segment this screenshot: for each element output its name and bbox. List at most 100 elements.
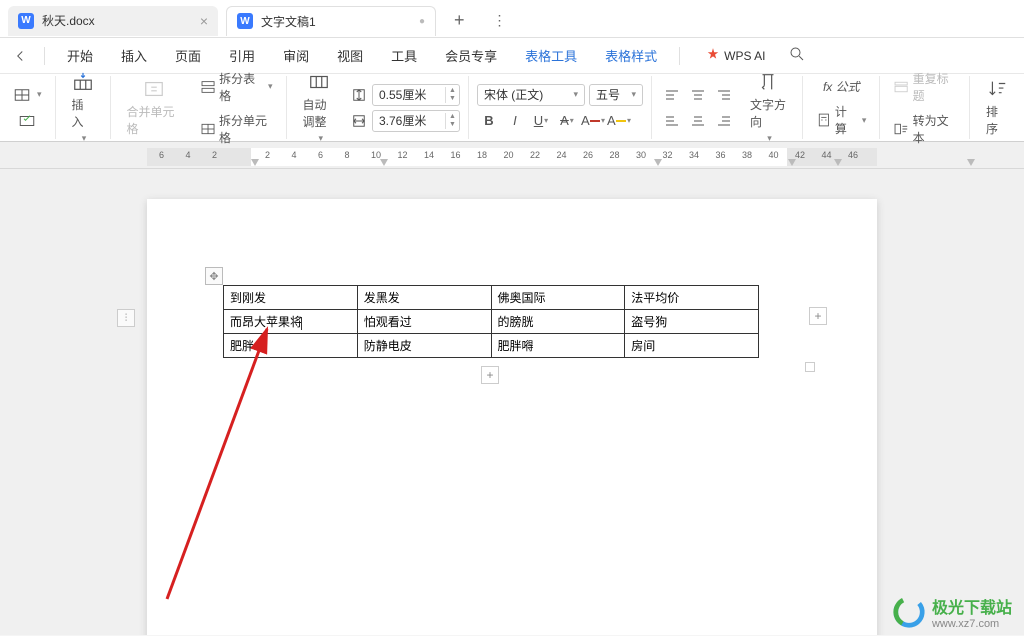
split-cells-label: 拆分单元格 — [219, 112, 273, 146]
table-cell[interactable]: 怕观看过 — [357, 310, 491, 334]
align-bottom-left[interactable] — [660, 110, 684, 132]
ruler-indent-marker[interactable] — [787, 158, 797, 168]
formula-label: fx 公式 — [823, 78, 860, 95]
auto-adjust-label: 自动调整 — [303, 96, 336, 130]
table-move-handle[interactable]: ✥ — [205, 267, 223, 285]
watermark-url: www.xz7.com — [932, 618, 1012, 630]
ruler-tick: 22 — [530, 150, 540, 160]
wps-ai-label: WPS AI — [724, 49, 765, 63]
text-direction-label: 文字方向 — [750, 96, 786, 130]
ruler-indent-marker[interactable] — [833, 158, 843, 168]
italic-button[interactable]: I — [503, 110, 527, 132]
ruler-indent-marker[interactable] — [653, 158, 663, 168]
table-cell[interactable]: 而昂大苹果将 — [224, 310, 358, 334]
add-tab-button[interactable]: + — [444, 10, 475, 31]
ruler-tick: 28 — [610, 150, 620, 160]
word-doc-icon: W — [18, 13, 34, 29]
table-cell[interactable]: 佛奥国际 — [491, 286, 625, 310]
tab-title: 文字文稿1 — [261, 13, 411, 30]
merge-cells-button[interactable]: 合并单元格 — [119, 74, 189, 141]
paragraph-handle[interactable]: ⫶ — [117, 309, 135, 327]
repeat-header-button[interactable]: 重复标题 — [888, 67, 961, 107]
align-top-left[interactable] — [660, 84, 684, 106]
annotation-arrow — [137, 319, 357, 609]
ruler-indent-marker[interactable] — [379, 158, 389, 168]
table-resize-handle[interactable] — [805, 362, 815, 372]
document-page[interactable]: ✥ ⫶ 到刚发发黑发佛奥国际法平均价而昂大苹果将怕观看过的膀胱盗号狗肥胖防静电皮… — [147, 199, 877, 635]
font-family-select[interactable]: 宋体 (正文) — [477, 84, 585, 106]
align-top-right[interactable] — [712, 84, 736, 106]
tab-menu-button[interactable]: ⋮ — [483, 12, 517, 29]
table-cell[interactable]: 的膀胱 — [491, 310, 625, 334]
ruler-tick: 2 — [265, 150, 270, 160]
calc-button[interactable]: 计算 — [811, 100, 871, 140]
to-text-button[interactable]: 转为文本 — [888, 109, 961, 149]
ruler-tick: 6 — [318, 150, 323, 160]
formula-button[interactable]: fx 公式 — [811, 75, 871, 98]
bold-button[interactable]: B — [477, 110, 501, 132]
font-color-button[interactable]: A▾ — [581, 110, 605, 132]
auto-adjust-button[interactable]: 自动调整 — [295, 67, 344, 148]
menu-table-tools[interactable]: 表格工具 — [513, 40, 589, 71]
ruler-indent-marker[interactable] — [966, 158, 976, 168]
underline-button[interactable]: U▾ — [529, 110, 553, 132]
toolbar: 插入 合并单元格 拆分表格 拆分单元格 自动调整 — [0, 74, 1024, 142]
sort-button[interactable]: 排序 — [978, 74, 1016, 141]
tabs-bar: W 秋天.docx × W 文字文稿1 ● + ⋮ — [0, 0, 1024, 38]
table-cell[interactable]: 肥胖 — [224, 334, 358, 358]
width-spinner[interactable]: ▲▼ — [445, 113, 459, 129]
text-direction-button[interactable]: 文字方向 — [742, 67, 794, 148]
table-cell[interactable]: 房间 — [625, 334, 759, 358]
menu-member[interactable]: 会员专享 — [433, 40, 509, 71]
add-row-button[interactable]: + — [481, 366, 499, 384]
horizontal-ruler[interactable]: /* ruler ticks generated below */ 642246… — [147, 148, 877, 166]
ruler-tick: 4 — [186, 150, 191, 160]
ruler-tick: 8 — [345, 150, 350, 160]
insert-label: 插入 — [72, 96, 94, 130]
content-table[interactable]: 到刚发发黑发佛奥国际法平均价而昂大苹果将怕观看过的膀胱盗号狗肥胖防静电皮肥胖嘚房… — [223, 285, 759, 358]
tab-close-icon[interactable]: × — [200, 13, 208, 29]
align-top-center[interactable] — [686, 84, 710, 106]
row-height-input[interactable]: 0.55厘米 ▲▼ — [372, 84, 460, 106]
document-canvas: ✥ ⫶ 到刚发发黑发佛奥国际法平均价而昂大苹果将怕观看过的膀胱盗号狗肥胖防静电皮… — [0, 169, 1024, 635]
ruler-tick: 16 — [451, 150, 461, 160]
add-column-button[interactable]: + — [809, 307, 827, 325]
to-text-label: 转为文本 — [913, 112, 956, 146]
ruler-indent-marker[interactable] — [250, 158, 260, 168]
select-table-button[interactable] — [8, 109, 47, 133]
menu-tools[interactable]: 工具 — [379, 40, 429, 71]
repeat-header-label: 重复标题 — [913, 70, 956, 104]
col-width-value: 3.76厘米 — [379, 112, 442, 129]
tab-document-1[interactable]: W 秋天.docx × — [8, 6, 218, 36]
table-row: 而昂大苹果将怕观看过的膀胱盗号狗 — [224, 310, 759, 334]
font-size-select[interactable]: 五号 — [589, 84, 643, 106]
show-gridlines-button[interactable] — [8, 83, 47, 107]
insert-button[interactable]: 插入 — [64, 67, 102, 148]
table-cell[interactable]: 盗号狗 — [625, 310, 759, 334]
table-cell[interactable]: 发黑发 — [357, 286, 491, 310]
table-cell[interactable]: 防静电皮 — [357, 334, 491, 358]
table-cell[interactable]: 到刚发 — [224, 286, 358, 310]
split-table-button[interactable]: 拆分表格 — [195, 67, 278, 107]
tab-document-2[interactable]: W 文字文稿1 ● — [226, 6, 436, 36]
ruler-tick: 26 — [583, 150, 593, 160]
wps-ai-button[interactable]: WPS AI — [696, 41, 775, 70]
menu-insert[interactable]: 插入 — [109, 40, 159, 71]
calc-label: 计算 — [835, 103, 856, 137]
height-spinner[interactable]: ▲▼ — [445, 87, 459, 103]
strike-button[interactable]: A▾ — [555, 110, 579, 132]
menu-left-icon[interactable] — [10, 46, 30, 66]
merge-cells-label: 合并单元格 — [127, 103, 181, 137]
table-cell[interactable]: 法平均价 — [625, 286, 759, 310]
table-cell[interactable]: 肥胖嘚 — [491, 334, 625, 358]
align-bottom-right[interactable] — [712, 110, 736, 132]
split-cells-button[interactable]: 拆分单元格 — [195, 109, 278, 149]
menu-table-style[interactable]: 表格样式 — [593, 40, 669, 71]
table-row: 肥胖防静电皮肥胖嘚房间 — [224, 334, 759, 358]
search-icon[interactable] — [788, 45, 806, 66]
row-height-value: 0.55厘米 — [379, 86, 442, 103]
align-bottom-center[interactable] — [686, 110, 710, 132]
col-width-input[interactable]: 3.76厘米 ▲▼ — [372, 110, 460, 132]
ruler-tick: 4 — [292, 150, 297, 160]
highlight-button[interactable]: A▾ — [607, 110, 631, 132]
